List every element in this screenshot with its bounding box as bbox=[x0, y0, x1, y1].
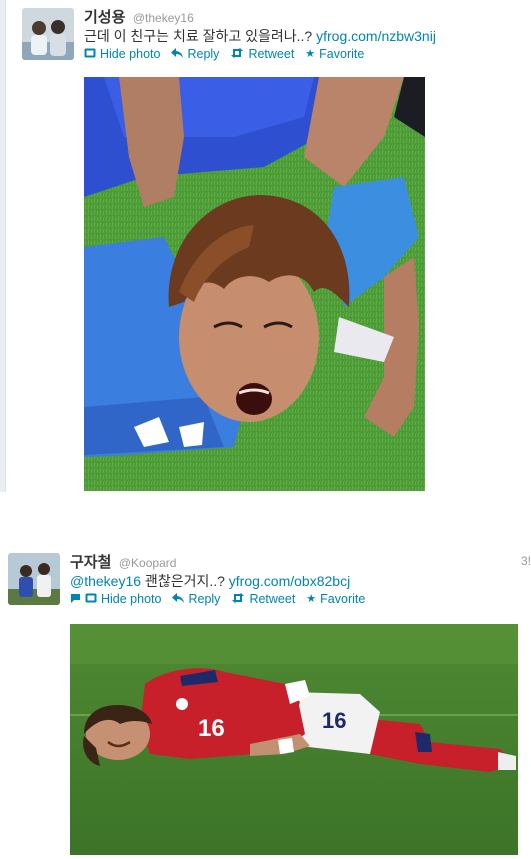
retweet-icon bbox=[231, 592, 245, 606]
favorite-button[interactable]: ★ Favorite bbox=[305, 47, 364, 61]
retweet-label: Retweet bbox=[249, 592, 296, 606]
hide-photo-button[interactable]: Hide photo bbox=[70, 592, 161, 606]
avatar[interactable] bbox=[22, 8, 74, 60]
photo-icon bbox=[85, 593, 97, 606]
tweet-body: 괜찮은거지..? bbox=[141, 573, 229, 589]
hide-photo-label: Hide photo bbox=[101, 592, 162, 606]
tweet-header: 기성용 @thekey16 bbox=[84, 6, 194, 27]
tweet-actions: Hide photo Reply Retweet ★ Favorite bbox=[70, 592, 365, 606]
hide-photo-button[interactable]: Hide photo bbox=[84, 47, 160, 61]
mention-link[interactable]: @thekey16 bbox=[70, 573, 141, 589]
favorite-label: Favorite bbox=[320, 592, 366, 606]
photo-link[interactable]: yfrog.com/nzbw3nij bbox=[316, 28, 436, 44]
retweet-icon bbox=[230, 47, 244, 61]
tweet-text: 근데 이 친구는 치료 잘하고 있을려나..? yfrog.com/nzbw3n… bbox=[84, 26, 436, 46]
timestamp[interactable]: 3! bbox=[521, 554, 531, 568]
screenname[interactable]: @thekey16 bbox=[133, 11, 194, 25]
reply-icon bbox=[171, 47, 184, 61]
favorite-button[interactable]: ★ Favorite bbox=[306, 592, 365, 606]
tweet-photo[interactable] bbox=[84, 77, 425, 491]
reply-button[interactable]: Reply bbox=[171, 47, 219, 61]
fullname[interactable]: 구자철 bbox=[70, 554, 111, 571]
tweet-photo[interactable]: 16 16 bbox=[70, 624, 518, 855]
reply-icon bbox=[172, 592, 185, 606]
reply-label: Reply bbox=[188, 592, 221, 606]
retweet-button[interactable]: Retweet bbox=[231, 592, 295, 606]
fullname[interactable]: 기성용 bbox=[84, 9, 125, 26]
tweet-header: 구자철 @Koopard bbox=[70, 551, 176, 572]
photo-link[interactable]: yfrog.com/obx82bcj bbox=[229, 573, 350, 589]
retweet-button[interactable]: Retweet bbox=[230, 47, 294, 61]
jersey-number: 16 bbox=[198, 715, 225, 742]
favorite-icon: ★ bbox=[306, 592, 317, 605]
shorts-number: 16 bbox=[322, 708, 346, 733]
photo-icon bbox=[84, 48, 96, 61]
conversation-icon bbox=[70, 593, 81, 606]
tweet-text: @thekey16 괜찮은거지..? yfrog.com/obx82bcj bbox=[70, 571, 350, 591]
favorite-icon: ★ bbox=[305, 47, 316, 60]
favorite-label: Favorite bbox=[319, 47, 365, 61]
retweet-label: Retweet bbox=[248, 47, 295, 61]
tweet: 기성용 @thekey16 근데 이 친구는 치료 잘하고 있을려나..? yf… bbox=[0, 0, 531, 495]
screenname[interactable]: @Koopard bbox=[119, 556, 177, 570]
hide-photo-label: Hide photo bbox=[100, 47, 161, 61]
reply-label: Reply bbox=[187, 47, 220, 61]
reply-button[interactable]: Reply bbox=[172, 592, 220, 606]
tweet-body: 근데 이 친구는 치료 잘하고 있을려나..? bbox=[84, 28, 317, 44]
avatar[interactable] bbox=[8, 553, 60, 605]
tweet: 구자철 @Koopard 3! @thekey16 괜찮은거지..? yfrog… bbox=[0, 542, 531, 859]
tweet-actions: Hide photo Reply Retweet ★ Favorite bbox=[84, 47, 364, 61]
